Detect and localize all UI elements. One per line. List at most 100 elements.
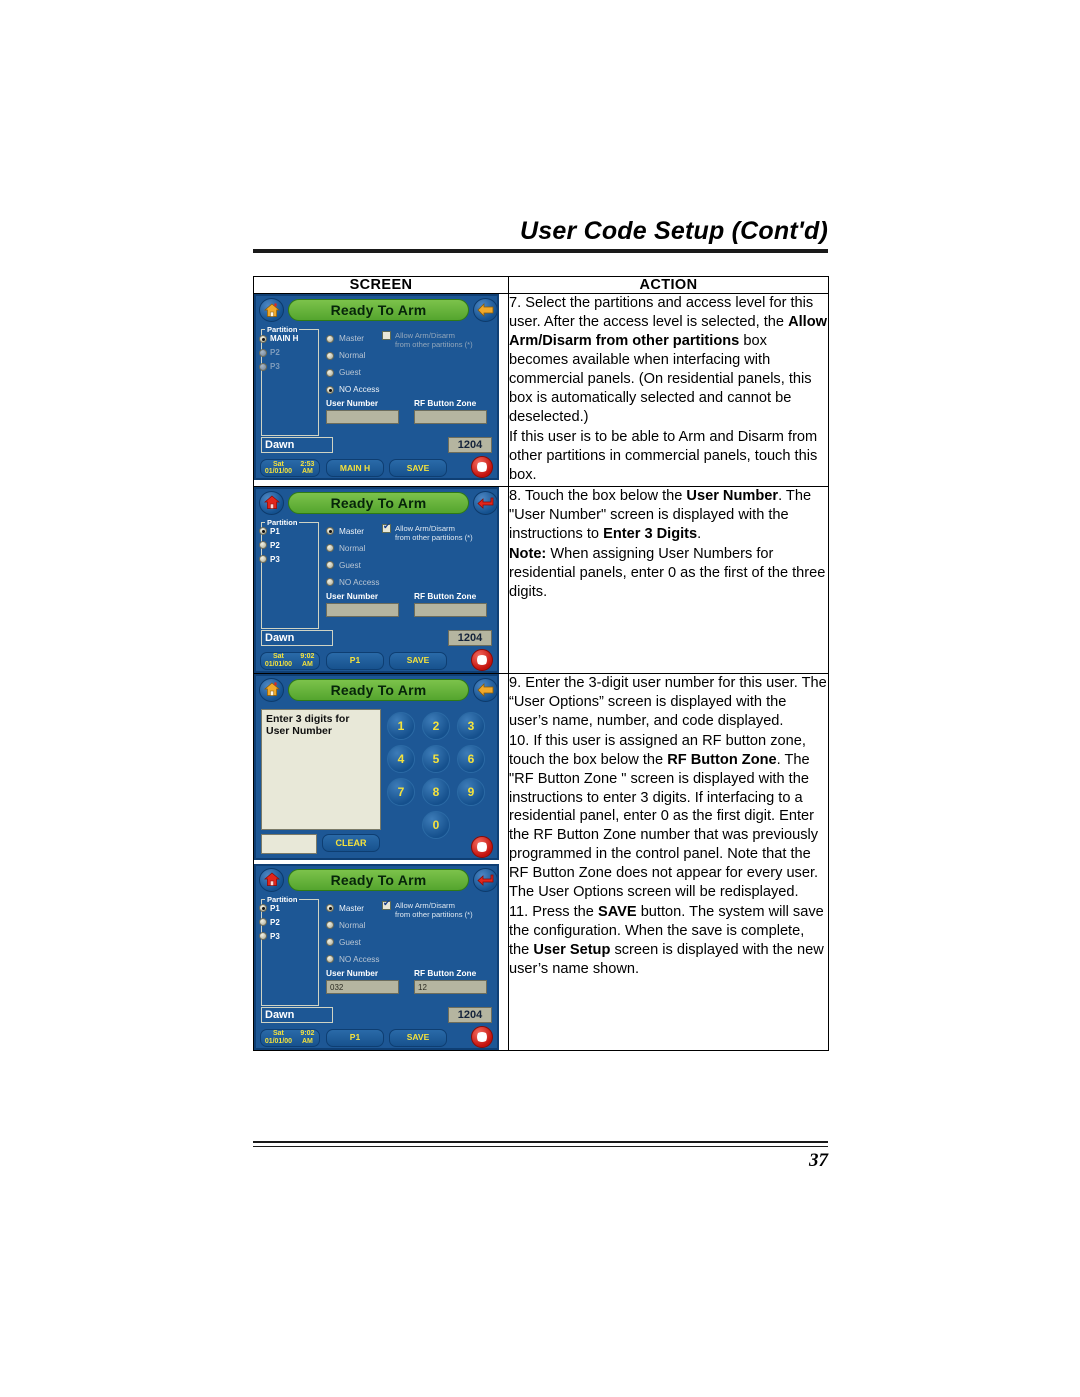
device-screen-user-options-no-access[interactable]: Ready To Arm Partition MAIN H P2 P3 Mast… [254,294,499,480]
access-level-normal[interactable]: Normal [326,351,365,360]
allow-arm-disarm-option[interactable]: Allow Arm/Disarmfrom other partitions (*… [382,522,494,543]
home-glyph [263,872,280,887]
checkbox-icon[interactable] [382,899,391,910]
action-cell-2: 8. Touch the box below the User Number. … [508,485,829,674]
home-icon[interactable] [259,677,284,702]
allow-arm-disarm-option[interactable]: Allow Arm/Disarmfrom other partitions (*… [382,331,494,350]
user-name-field[interactable]: Dawn [261,437,333,453]
radio-icon [326,334,334,343]
device-screen-user-number-keypad[interactable]: Ready To Arm Enter 3 digits for User Num… [254,673,499,860]
key-3[interactable]: 3 [457,711,485,740]
back-arrow-icon[interactable] [473,298,497,322]
panic-icon[interactable] [471,1025,493,1048]
radio-icon [259,334,267,343]
user-number-field[interactable] [326,602,399,617]
allow-arm-disarm-option[interactable]: Allow Arm/Disarmfrom other partitions (*… [382,899,494,920]
action-step-11: 11. Press the SAVE button. The system wi… [509,903,828,979]
partition-label: P3 [270,362,280,371]
access-level-guest[interactable]: Guest [326,938,361,947]
partition-option-p3[interactable]: P3 [259,362,280,371]
home-glyph [263,682,280,697]
partition-label: P3 [270,554,280,564]
user-number-field[interactable]: 032 [326,979,399,994]
panic-icon[interactable] [471,835,493,858]
clock-button[interactable]: Sat 01/01/00 9:02 AM [260,651,320,670]
back-arrow-icon[interactable] [473,677,497,702]
home-icon[interactable] [259,490,284,515]
partition-button[interactable]: P1 [326,1028,384,1047]
partition-option-p3[interactable]: P3 [259,555,280,564]
partition-option-p1[interactable]: P1 [259,904,280,913]
save-button[interactable]: SAVE [389,1028,447,1047]
clock-button[interactable]: Sat 01/01/00 2:53 AM [260,459,320,477]
partition-button[interactable]: MAIN H [326,459,384,477]
user-code-field[interactable]: 1204 [448,437,492,453]
partition-button[interactable]: P1 [326,651,384,670]
save-button[interactable]: SAVE [389,651,447,670]
radio-icon [259,527,267,536]
key-5[interactable]: 5 [422,744,450,773]
key-0[interactable]: 0 [422,810,450,839]
access-level-normal[interactable]: Normal [326,544,365,553]
partition-option-main[interactable]: MAIN H [259,334,298,343]
clock-button[interactable]: Sat 01/01/00 9:02 AM [260,1028,320,1047]
key-8[interactable]: 8 [422,777,450,806]
partition-legend: Partition [265,517,300,527]
access-level-label: NO Access [339,577,380,587]
device-screen-user-options-filled[interactable]: Ready To Arm Partition P1 P2 P3 Master N… [254,863,499,1050]
allow-line2: from other partitions (*) [395,533,473,543]
partition-option-p2[interactable]: P2 [259,918,280,927]
access-level-no-access[interactable]: NO Access [326,578,380,587]
key-1[interactable]: 1 [387,711,415,740]
save-button[interactable]: SAVE [389,459,447,477]
key-7[interactable]: 7 [387,777,415,806]
partition-option-p2[interactable]: P2 [259,541,280,550]
key-6[interactable]: 6 [457,744,485,773]
return-arrow-icon[interactable] [473,490,497,515]
access-level-no-access[interactable]: NO Access [326,385,380,394]
panic-icon[interactable] [471,648,493,671]
partition-label: P1 [270,526,280,536]
partition-option-p1[interactable]: P1 [259,527,280,536]
user-name-field[interactable]: Dawn [261,629,333,646]
device-screen-user-options-master[interactable]: Ready To Arm Partition P1 P2 P3 Master N… [254,486,499,673]
keypad-entry-field[interactable] [261,833,317,854]
action-step-10: 10. If this user is assigned an RF butto… [509,732,828,903]
home-icon[interactable] [259,867,284,892]
back-arrow-glyph [477,682,494,697]
access-level-normal[interactable]: Normal [326,921,365,930]
access-level-master[interactable]: Master [326,334,364,343]
user-name-field[interactable]: Dawn [261,1006,333,1023]
radio-icon [326,904,334,913]
screen-cell-1: Ready To Arm Partition MAIN H P2 P3 Mast… [253,293,509,487]
access-level-master[interactable]: Master [326,527,364,536]
key-2[interactable]: 2 [422,711,450,740]
access-level-no-access[interactable]: NO Access [326,955,380,964]
checkbox-icon[interactable] [382,331,391,340]
user-number-field[interactable] [326,410,399,424]
device-header-bar: Ready To Arm [256,296,497,324]
rf-button-zone-field[interactable]: 12 [414,979,487,994]
checkbox-icon[interactable] [382,522,391,533]
clear-button[interactable]: CLEAR [322,833,380,852]
partition-option-p3[interactable]: P3 [259,932,280,941]
key-4[interactable]: 4 [387,744,415,773]
return-arrow-icon[interactable] [473,867,497,892]
key-9[interactable]: 9 [457,777,485,806]
clock-time: 2:53 AM [300,460,315,475]
partition-label: P3 [270,931,280,941]
access-level-master[interactable]: Master [326,904,364,913]
panic-icon[interactable] [471,456,493,478]
user-code-field[interactable]: 1204 [448,629,492,646]
user-code-field[interactable]: 1204 [448,1006,492,1023]
status-banner: Ready To Arm [288,678,469,701]
partition-option-p2[interactable]: P2 [259,348,280,357]
rf-button-zone-field[interactable] [414,410,487,424]
radio-icon [326,955,334,964]
rf-button-zone-field[interactable] [414,602,487,617]
home-icon[interactable] [259,298,284,322]
action-step-7: 7. Select the partitions and access leve… [509,294,828,427]
access-level-guest[interactable]: Guest [326,561,361,570]
access-level-guest[interactable]: Guest [326,368,361,377]
partition-group-box [261,898,319,1006]
